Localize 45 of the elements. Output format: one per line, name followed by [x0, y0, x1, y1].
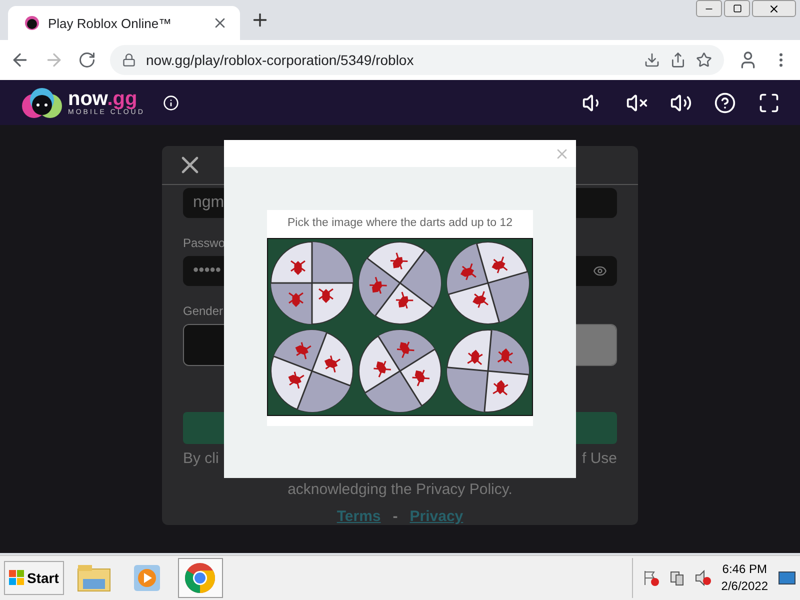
field-label: Gender: [183, 304, 224, 318]
folder-icon: [77, 563, 112, 593]
clock-time: 6:46 PM: [722, 561, 767, 578]
dartboard-drawing[interactable]: [356, 239, 444, 327]
network-icon[interactable]: [669, 570, 686, 586]
star-icon[interactable]: [696, 52, 712, 68]
speaker-muted-icon[interactable]: [695, 570, 712, 586]
terms-text: acknowledging the Privacy Policy.: [286, 481, 514, 498]
reload-icon[interactable]: [78, 51, 96, 69]
close-icon: [768, 2, 780, 14]
dartboard-drawing[interactable]: [444, 327, 532, 415]
install-icon[interactable]: [644, 52, 660, 68]
logo-text: now.gg: [68, 89, 138, 109]
chrome-icon: [184, 562, 216, 594]
address-bar[interactable]: now.gg/play/roblox-corporation/5349/roblox: [110, 45, 724, 75]
site-favicon: [24, 15, 40, 31]
field-label: Passwo: [183, 236, 226, 250]
info-icon[interactable]: [162, 94, 179, 110]
captcha-prompt: Pick the image where the darts add up to 12: [287, 217, 513, 229]
flag-icon[interactable]: [643, 570, 660, 586]
dartboard-drawing[interactable]: [268, 327, 356, 415]
fullscreen-icon[interactable]: [758, 92, 780, 114]
terms-text: By cli: [183, 450, 219, 467]
clock-date: 2/6/2022: [721, 578, 768, 595]
logo-icon: [20, 86, 64, 120]
link-separator: -: [392, 508, 398, 525]
tab-title: Play Roblox Online™: [48, 16, 173, 30]
dartboard-drawing[interactable]: [268, 239, 356, 327]
maximize-button[interactable]: [724, 0, 750, 17]
start-button[interactable]: Start: [4, 561, 64, 595]
windows-logo-icon: [9, 570, 25, 586]
show-desktop-icon[interactable]: [778, 571, 796, 585]
dartboard-drawing[interactable]: [356, 327, 444, 415]
terms-text: f Use: [582, 450, 617, 467]
browser-tab[interactable]: Play Roblox Online™: [8, 6, 240, 40]
eye-icon[interactable]: [593, 264, 607, 278]
maximize-icon: [732, 4, 742, 13]
help-icon[interactable]: [714, 92, 736, 114]
media-player-icon: [132, 563, 162, 593]
taskbar-button[interactable]: [178, 558, 223, 598]
url-text: now.gg/play/roblox-corporation/5349/roblox: [146, 52, 415, 68]
share-icon[interactable]: [670, 52, 686, 68]
lock-icon: [122, 53, 136, 67]
close-button[interactable]: [752, 0, 796, 17]
dartboard-drawing[interactable]: [444, 239, 532, 327]
